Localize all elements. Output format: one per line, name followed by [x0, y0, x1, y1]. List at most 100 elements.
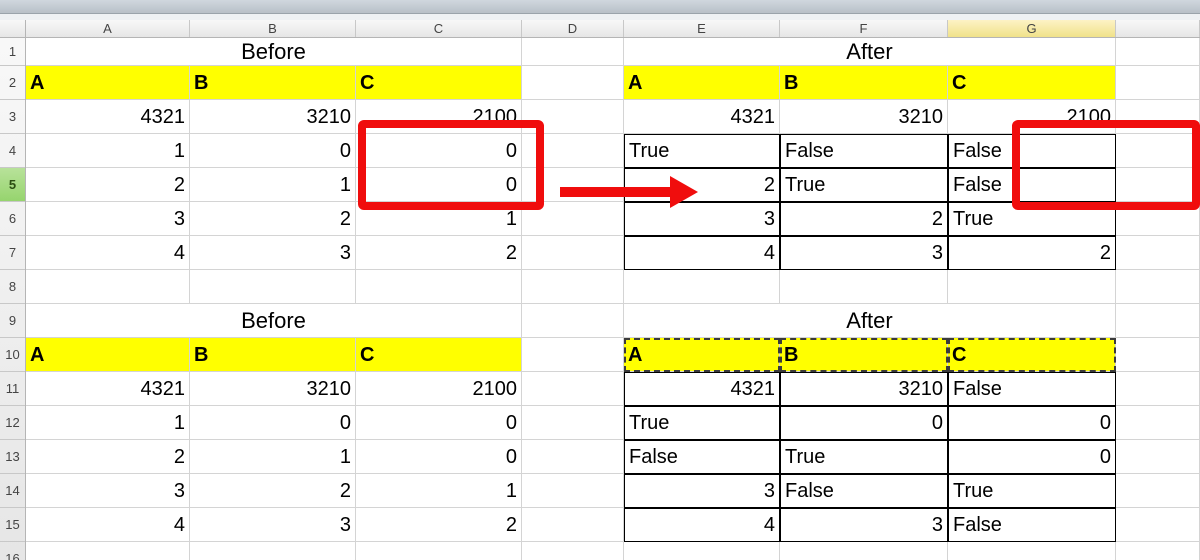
- cell-E15[interactable]: 4: [624, 508, 780, 542]
- rowhdr-4[interactable]: 4: [0, 134, 25, 168]
- rowhdr-2[interactable]: 2: [0, 66, 25, 100]
- rowhdr-13[interactable]: 13: [0, 440, 25, 474]
- cell-C5[interactable]: 0: [356, 168, 522, 202]
- cell-E13[interactable]: False: [624, 440, 780, 474]
- hdr-C-1[interactable]: C: [356, 66, 522, 100]
- cell-F3[interactable]: 3210: [780, 100, 948, 134]
- cell-B7[interactable]: 3: [190, 236, 356, 270]
- cell-B15[interactable]: 3: [190, 508, 356, 542]
- rowhdr-9[interactable]: 9: [0, 304, 25, 338]
- cell-F11[interactable]: 3210: [780, 372, 948, 406]
- cell-G7[interactable]: 2: [948, 236, 1116, 270]
- colhdr-H[interactable]: [1116, 20, 1200, 37]
- column-headers[interactable]: A B C D E F G: [0, 20, 1200, 38]
- cell-C6[interactable]: 1: [356, 202, 522, 236]
- colhdr-B[interactable]: B: [190, 20, 356, 37]
- cell-B5[interactable]: 1: [190, 168, 356, 202]
- cell-E12[interactable]: True: [624, 406, 780, 440]
- hdr-A-1[interactable]: A: [26, 66, 190, 100]
- rowhdr-14[interactable]: 14: [0, 474, 25, 508]
- hdr-B-1[interactable]: B: [190, 66, 356, 100]
- cell-B3[interactable]: 3210: [190, 100, 356, 134]
- cell-G15[interactable]: False: [948, 508, 1116, 542]
- cell-F15[interactable]: 3: [780, 508, 948, 542]
- hdr-B-2[interactable]: B: [190, 338, 356, 372]
- cell-B6[interactable]: 2: [190, 202, 356, 236]
- rowhdr-11[interactable]: 11: [0, 372, 25, 406]
- cell-C13[interactable]: 0: [356, 440, 522, 474]
- cell-E3[interactable]: 4321: [624, 100, 780, 134]
- cell-F14[interactable]: False: [780, 474, 948, 508]
- hdr-A-2[interactable]: A: [26, 338, 190, 372]
- cell-E5[interactable]: 2: [624, 168, 780, 202]
- cell-F6[interactable]: 2: [780, 202, 948, 236]
- rowhdr-5[interactable]: 5: [0, 168, 25, 202]
- cell-C7[interactable]: 2: [356, 236, 522, 270]
- cell-G11[interactable]: False: [948, 372, 1116, 406]
- rowhdr-1[interactable]: 1: [0, 38, 25, 66]
- cell-C11[interactable]: 2100: [356, 372, 522, 406]
- hdr-C-2[interactable]: C: [356, 338, 522, 372]
- hdr-B-1b[interactable]: B: [780, 66, 948, 100]
- cell-B14[interactable]: 2: [190, 474, 356, 508]
- cell-E4[interactable]: True: [624, 134, 780, 168]
- cell-F4[interactable]: False: [780, 134, 948, 168]
- cell-C15[interactable]: 2: [356, 508, 522, 542]
- colhdr-A[interactable]: A: [26, 20, 190, 37]
- cell-A7[interactable]: 4: [26, 236, 190, 270]
- hdr-C-2b[interactable]: C: [948, 338, 1116, 372]
- cell-F7[interactable]: 3: [780, 236, 948, 270]
- cell-area[interactable]: Before After A B C A B C 4321 3210 2100 …: [26, 38, 1200, 560]
- cell-A15[interactable]: 4: [26, 508, 190, 542]
- rowhdr-12[interactable]: 12: [0, 406, 25, 440]
- row-headers[interactable]: 1 2 3 4 5 6 7 8 9 10 11 12 13 14 15 16: [0, 38, 26, 560]
- cell-B4[interactable]: 0: [190, 134, 356, 168]
- hdr-C-1b[interactable]: C: [948, 66, 1116, 100]
- cell-B13[interactable]: 1: [190, 440, 356, 474]
- rowhdr-7[interactable]: 7: [0, 236, 25, 270]
- hdr-A-2b[interactable]: A: [624, 338, 780, 372]
- select-all-corner[interactable]: [0, 20, 26, 37]
- cell-F13[interactable]: True: [780, 440, 948, 474]
- cell-G5[interactable]: False: [948, 168, 1116, 202]
- cell-D2[interactable]: [522, 66, 624, 100]
- cell-G12[interactable]: 0: [948, 406, 1116, 440]
- cell-G4[interactable]: False: [948, 134, 1116, 168]
- cell-G14[interactable]: True: [948, 474, 1116, 508]
- colhdr-D[interactable]: D: [522, 20, 624, 37]
- cell-A4[interactable]: 1: [26, 134, 190, 168]
- cell-A5[interactable]: 2: [26, 168, 190, 202]
- cell-E11[interactable]: 4321: [624, 372, 780, 406]
- grid[interactable]: 1 2 3 4 5 6 7 8 9 10 11 12 13 14 15 16 B…: [0, 38, 1200, 560]
- cell-F12[interactable]: 0: [780, 406, 948, 440]
- cell-C12[interactable]: 0: [356, 406, 522, 440]
- rowhdr-10[interactable]: 10: [0, 338, 25, 372]
- hdr-A-1b[interactable]: A: [624, 66, 780, 100]
- colhdr-G[interactable]: G: [948, 20, 1116, 37]
- colhdr-F[interactable]: F: [780, 20, 948, 37]
- colhdr-E[interactable]: E: [624, 20, 780, 37]
- rowhdr-8[interactable]: 8: [0, 270, 25, 304]
- rowhdr-6[interactable]: 6: [0, 202, 25, 236]
- cell-C14[interactable]: 1: [356, 474, 522, 508]
- cell-A14[interactable]: 3: [26, 474, 190, 508]
- cell-G13[interactable]: 0: [948, 440, 1116, 474]
- cell-F5[interactable]: True: [780, 168, 948, 202]
- cell-B11[interactable]: 3210: [190, 372, 356, 406]
- cell-A13[interactable]: 2: [26, 440, 190, 474]
- cell-E7[interactable]: 4: [624, 236, 780, 270]
- cell-G3[interactable]: 2100: [948, 100, 1116, 134]
- cell-A6[interactable]: 3: [26, 202, 190, 236]
- cell-B12[interactable]: 0: [190, 406, 356, 440]
- cell-A3[interactable]: 4321: [26, 100, 190, 134]
- hdr-B-2b[interactable]: B: [780, 338, 948, 372]
- cell-A12[interactable]: 1: [26, 406, 190, 440]
- cell-C3[interactable]: 2100: [356, 100, 522, 134]
- cell-E6[interactable]: 3: [624, 202, 780, 236]
- colhdr-C[interactable]: C: [356, 20, 522, 37]
- cell-G6[interactable]: True: [948, 202, 1116, 236]
- rowhdr-16[interactable]: 16: [0, 542, 25, 560]
- cell-C4[interactable]: 0: [356, 134, 522, 168]
- rowhdr-15[interactable]: 15: [0, 508, 25, 542]
- cell-E14[interactable]: 3: [624, 474, 780, 508]
